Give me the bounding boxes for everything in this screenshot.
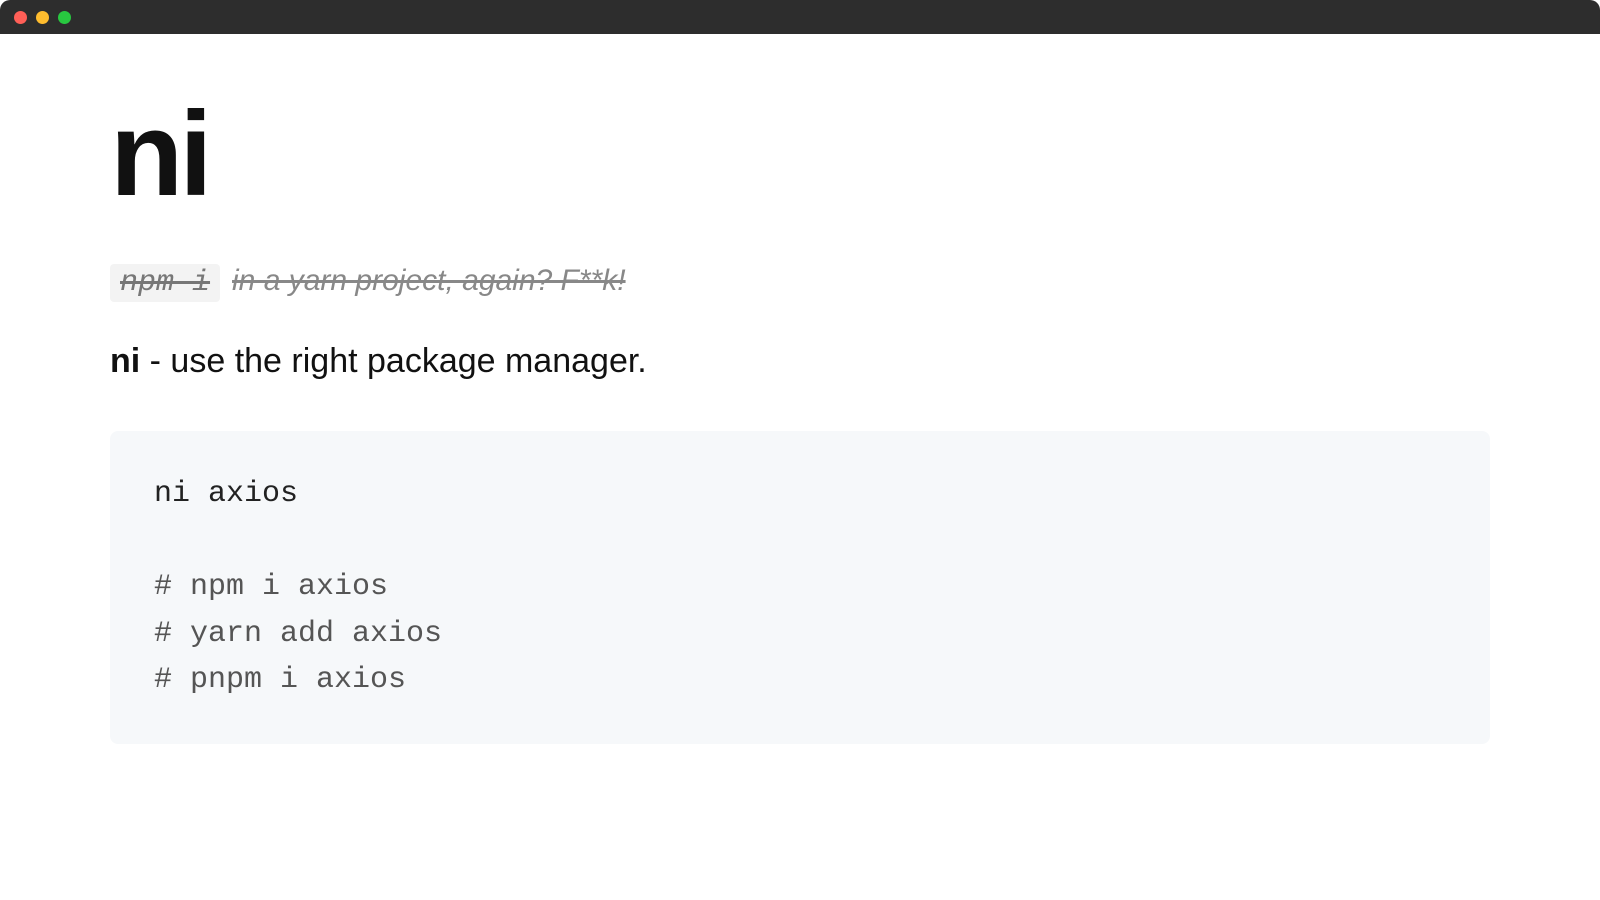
- document-content: ni npm i in a yarn project, again? F**k!…: [0, 34, 1600, 784]
- tagline-rest: - use the right package manager.: [140, 342, 647, 380]
- code-comment: # pnpm i axios: [154, 657, 1446, 704]
- code-blank-line: [154, 518, 1446, 565]
- close-icon[interactable]: [14, 11, 27, 24]
- tagline: ni - use the right package manager.: [110, 342, 1490, 381]
- tagline-bold: ni: [110, 342, 140, 380]
- code-command: ni axios: [154, 471, 1446, 518]
- inline-code-npm-i: npm i: [110, 264, 220, 302]
- page-title: ni: [110, 94, 1490, 214]
- code-block: ni axios # npm i axios # yarn add axios …: [110, 431, 1490, 744]
- code-comment: # npm i axios: [154, 564, 1446, 611]
- minimize-icon[interactable]: [36, 11, 49, 24]
- code-comment: # yarn add axios: [154, 611, 1446, 658]
- strikethrough-tagline: npm i in a yarn project, again? F**k!: [110, 264, 1490, 302]
- window-titlebar: [0, 0, 1600, 34]
- strikethrough-text: in a yarn project, again? F**k!: [232, 264, 626, 298]
- maximize-icon[interactable]: [58, 11, 71, 24]
